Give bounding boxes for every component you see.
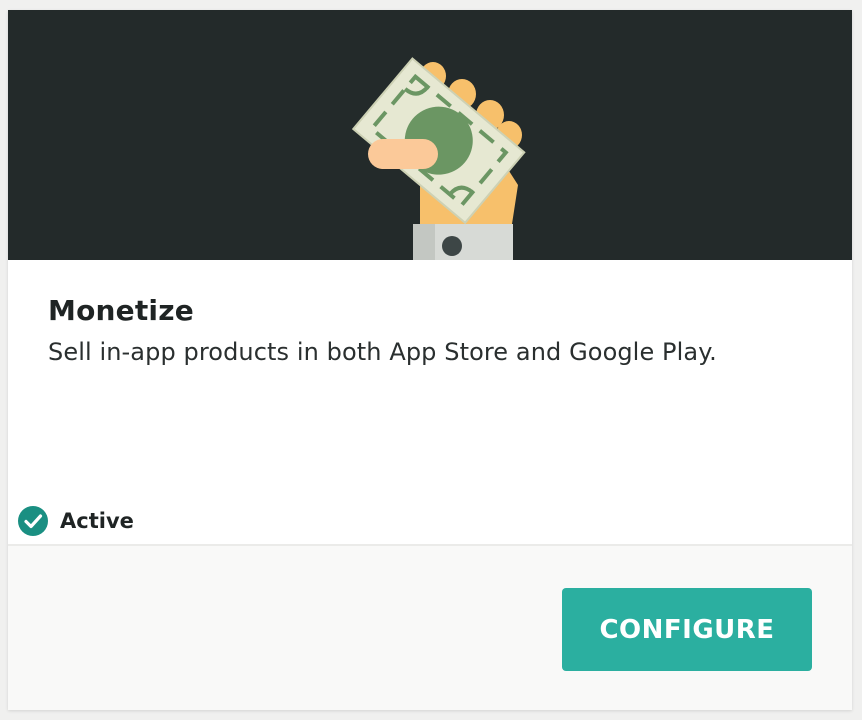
card-footer: CONFIGURE: [8, 544, 852, 710]
monetize-card: Monetize Sell in-app products in both Ap…: [8, 10, 852, 710]
card-title: Monetize: [48, 294, 194, 327]
hand-holding-money-icon: [351, 57, 526, 260]
check-circle-icon: [18, 506, 48, 536]
status-label: Active: [60, 509, 134, 533]
card-description: Sell in-app products in both App Store a…: [48, 338, 717, 366]
configure-button[interactable]: CONFIGURE: [562, 588, 812, 671]
hero-banner: [8, 10, 852, 260]
status-indicator: Active: [18, 506, 134, 536]
